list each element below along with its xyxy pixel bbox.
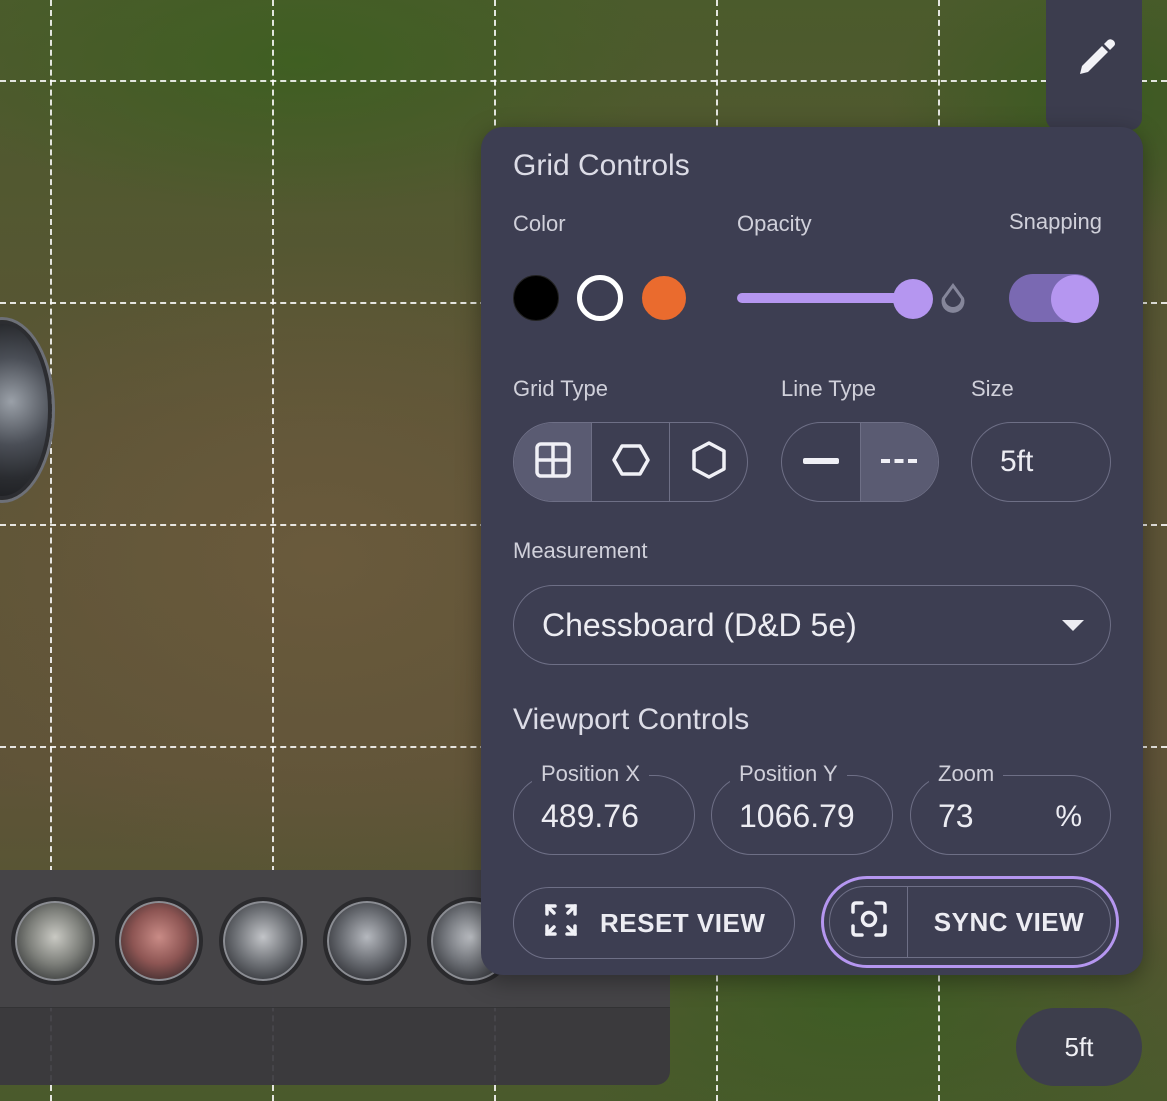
map-token[interactable]: [0, 320, 52, 500]
position-x-field[interactable]: Position X 489.76: [513, 760, 695, 855]
grid-size-indicator[interactable]: 5ft: [1016, 1008, 1142, 1086]
dragon-token[interactable]: [115, 897, 203, 985]
opacity-label: Opacity: [737, 211, 812, 236]
line-type-label: Line Type: [781, 376, 877, 401]
snapping-label: Snapping: [1009, 209, 1102, 234]
viewport-controls-title: Viewport Controls: [513, 703, 750, 736]
grid-controls-panel: Grid Controls Color Opacity Snapping Gri…: [481, 127, 1143, 975]
camera-focus-icon: [850, 900, 888, 945]
grid-type-hex-horizontal-button[interactable]: [592, 423, 670, 501]
opacity-drop-icon: [936, 280, 970, 321]
measurement-label: Measurement: [513, 538, 648, 563]
grid-type-hex-vertical-button[interactable]: [670, 423, 747, 501]
color-swatch-black[interactable]: [513, 275, 559, 321]
hex-flat-icon: [611, 442, 650, 483]
grid-type-selector: [513, 422, 748, 502]
solid-line-icon: [802, 453, 840, 471]
reset-view-label: RESET VIEW: [600, 907, 766, 938]
opacity-slider-track[interactable]: [737, 293, 917, 303]
zoom-value: 73: [938, 798, 974, 834]
line-type-solid-button[interactable]: [782, 423, 861, 501]
color-label: Color: [513, 211, 566, 236]
grid-type-label: Grid Type: [513, 376, 608, 401]
hammer-token[interactable]: [219, 897, 307, 985]
grid-controls-title: Grid Controls: [513, 149, 690, 182]
snapping-toggle-thumb[interactable]: [1051, 275, 1099, 323]
tool-toolbar: [1046, 0, 1142, 130]
pencil-icon[interactable]: [1074, 36, 1118, 85]
knight-helmet-token[interactable]: [323, 897, 411, 985]
sync-view-button[interactable]: SYNC VIEW: [829, 886, 1111, 958]
measurement-select[interactable]: Chessboard (D&D 5e): [513, 585, 1111, 665]
opacity-slider-thumb[interactable]: [893, 279, 933, 319]
line-type-selector: [781, 422, 939, 502]
chevron-down-icon: [1062, 620, 1084, 631]
position-y-label: Position Y: [730, 760, 847, 788]
position-y-value: 1066.79: [739, 798, 855, 834]
grid-square-icon: [534, 441, 572, 484]
hex-pointy-icon: [691, 440, 727, 484]
fullscreen-icon: [544, 903, 578, 944]
position-x-value: 489.76: [541, 798, 639, 834]
grid-type-square-button[interactable]: [514, 423, 592, 501]
zoom-label: Zoom: [929, 760, 1004, 788]
wolf-token[interactable]: [11, 897, 99, 985]
grid-size-input[interactable]: 5ft: [971, 422, 1111, 502]
dashed-line-icon: [880, 453, 918, 471]
zoom-field[interactable]: Zoom 73 %: [910, 760, 1111, 855]
measurement-value: Chessboard (D&D 5e): [542, 606, 857, 643]
color-swatch-white[interactable]: [577, 275, 623, 321]
reset-view-button[interactable]: RESET VIEW: [513, 887, 795, 959]
position-y-field[interactable]: Position Y 1066.79: [711, 760, 893, 855]
size-label: Size: [971, 376, 1014, 401]
sync-view-icon-section: [830, 887, 908, 957]
position-x-label: Position X: [532, 760, 650, 788]
line-type-dashed-button[interactable]: [860, 423, 938, 501]
color-swatch-orange[interactable]: [641, 275, 687, 321]
grid-line: [0, 80, 1167, 82]
sync-view-label: SYNC VIEW: [933, 906, 1085, 937]
zoom-unit: %: [1055, 800, 1082, 833]
